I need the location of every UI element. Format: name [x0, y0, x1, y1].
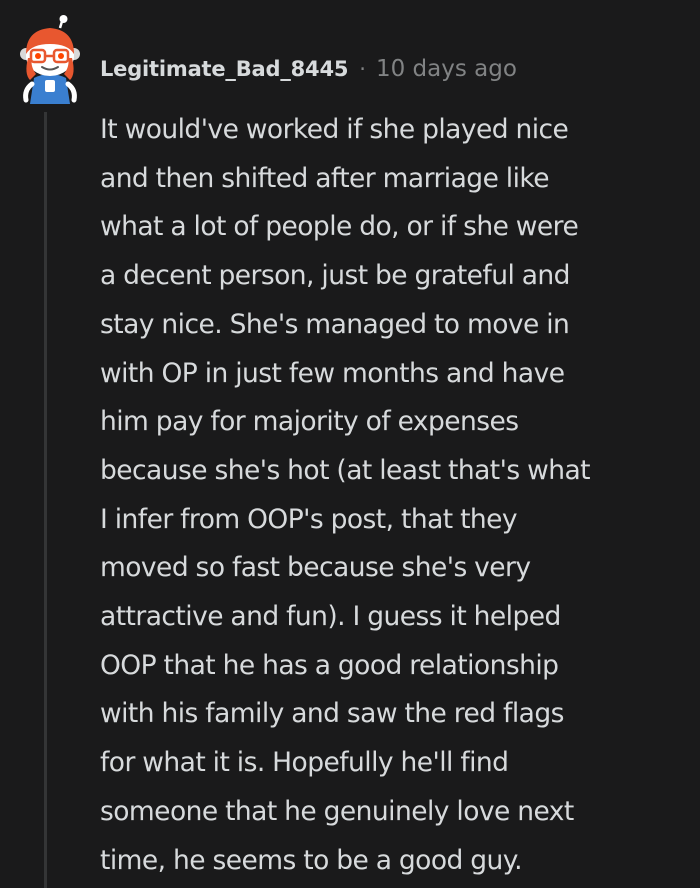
- comment-body: It would've worked if she played nice an…: [100, 106, 690, 885]
- comment-body-line: I infer from OOP's post, that they: [100, 503, 518, 535]
- comment-body-line: and then shifted after marriage like: [100, 162, 550, 194]
- snoo-avatar-icon[interactable]: [16, 14, 82, 106]
- comment-body-line: stay nice. She's managed to move in: [100, 308, 570, 340]
- comment-body-line: It would've worked if she played nice: [100, 114, 569, 145]
- comment-body-line: OOP that he has a good relationship: [100, 649, 559, 681]
- comment-body-line: attractive and fun). I guess it helped: [100, 601, 561, 633]
- comment-body-line: someone that he genuinely love next: [100, 795, 574, 827]
- meta-separator: ·: [359, 57, 366, 81]
- username-link[interactable]: Legitimate_Bad_8445: [100, 57, 348, 81]
- comment-body-line: with his family and saw the red flags: [100, 698, 564, 730]
- comment-timestamp[interactable]: 10 days ago: [376, 56, 517, 82]
- comment-body-line: what a lot of people do, or if she were: [100, 211, 579, 243]
- thread-collapse-line[interactable]: [44, 112, 47, 888]
- comment-body-line: with OP in just few months and have: [100, 357, 565, 389]
- comment: Legitimate_Bad_8445 · 10 days ago It wou…: [0, 0, 700, 888]
- comment-header: Legitimate_Bad_8445 · 10 days ago: [100, 52, 517, 86]
- comment-body-line: him pay for majority of expenses: [100, 406, 519, 438]
- comment-body-line: for what it is. Hopefully he'll find: [100, 747, 509, 779]
- comment-body-line: a decent person, just be grateful and: [100, 260, 571, 292]
- comment-body-line: moved so fast because she's very: [100, 552, 531, 584]
- comment-body-line: time, he seems to be a good guy.: [100, 844, 523, 876]
- comment-body-line: because she's hot (at least that's what: [100, 454, 591, 486]
